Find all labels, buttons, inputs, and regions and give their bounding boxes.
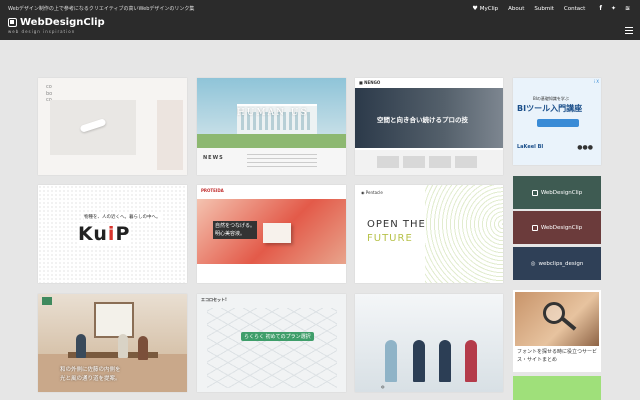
instagram-icon: ◎: [530, 260, 536, 267]
site-thumbnail-9[interactable]: ◍: [355, 294, 503, 392]
thumbnail-headline: OPEN THE FUTURE: [367, 219, 426, 244]
nav-about[interactable]: About: [508, 6, 524, 12]
site-thumbnail-6[interactable]: ◉ Pentacle OPEN THE FUTURE: [355, 185, 503, 283]
thumbnail-logo: エコロセット!: [201, 297, 227, 302]
site-thumbnail-5[interactable]: PROTEIDA 自然をつなげる。 明心美容液。: [197, 185, 346, 283]
thumbnail-copy: 和の外側に佐藤の内側を 光と風の通り道を提案。: [60, 367, 121, 382]
site-thumbnail-4[interactable]: 物種を、人の近くへ。暮らしの中へ。 KuiP: [38, 185, 187, 283]
thumbnail-news-label: NEWS: [203, 155, 224, 161]
rss-icon[interactable]: ≋: [625, 5, 630, 12]
person-figure: [138, 336, 148, 360]
site-thumbnail-3[interactable]: ■ NENGO 空間と向き合い続けるプロの技: [355, 78, 503, 175]
thumbnail-logo-text: KuiP: [78, 223, 131, 245]
thumbnail-copy: 自然をつなげる。 明心美容液。: [213, 221, 258, 239]
logo-mark-icon: [531, 224, 538, 231]
logo-mark-icon: [8, 18, 17, 27]
thumbnail-logo: ■ NENGO: [359, 80, 381, 85]
site-tagline: Webデザイン制作の上で参考になるクリエイティブの高いWebデザインのリンク集: [8, 6, 195, 12]
person-figure: [385, 340, 397, 382]
nav-myclip-label: MyClip: [479, 5, 499, 12]
site-logo[interactable]: WebDesignClip: [8, 17, 105, 28]
ad-info-icon[interactable]: i X: [594, 79, 599, 84]
logo-subtitle: web design inspiration: [8, 29, 76, 34]
product-box: [263, 223, 291, 243]
thumbnail-logo: ◍: [381, 384, 385, 389]
ad-logo: LaKeel BI: [517, 144, 544, 150]
banner-label: webclips_design: [538, 260, 584, 267]
banner-webdesignclip-2[interactable]: WebDesignClip: [513, 211, 601, 244]
main-nav: ♥ MyClip About Submit Contact f ✦ ≋: [472, 5, 630, 12]
person-figure: [465, 340, 477, 382]
twitter-icon[interactable]: ✦: [611, 5, 616, 12]
ad-brand-icon: ●●●: [577, 144, 593, 151]
product-photo: [50, 100, 136, 155]
thumbnail-logo: PROTEIDA: [201, 188, 224, 193]
window-image: [94, 302, 134, 338]
nav-contact[interactable]: Contact: [564, 6, 585, 12]
thumbnail-copy: 空間と向き合い続けるプロの技: [377, 116, 468, 124]
article-card[interactable]: フォントを探せる時に役立つサービス・サイトまとめ: [513, 290, 601, 372]
thumbnail-logo: [42, 297, 52, 305]
logo-text: WebDesignClip: [20, 17, 105, 28]
thumbnail-copy: らくらく 初めてのプラン選択: [241, 332, 314, 341]
ad-cta-button[interactable]: [537, 119, 579, 127]
nav-myclip[interactable]: ♥ MyClip: [472, 5, 498, 12]
top-navigation-bar: Webデザイン制作の上で参考になるクリエイティブの高いWebデザインのリンク集 …: [0, 0, 640, 40]
site-thumbnail-1[interactable]: co bo co: [38, 78, 187, 175]
site-thumbnail-8[interactable]: エコロセット! らくらく 初めてのプラン選択: [197, 294, 346, 392]
thumbnail-logo: ◉ Pentacle: [361, 190, 383, 195]
ad-title: BIツール入門講座: [517, 104, 583, 113]
banner-instagram[interactable]: ◎ webclips_design: [513, 247, 601, 280]
nav-submit[interactable]: Submit: [534, 6, 554, 12]
person-figure: [413, 340, 425, 382]
facebook-icon[interactable]: f: [599, 5, 602, 12]
wave-pattern: [425, 185, 503, 283]
site-thumbnail-2[interactable]: HUMAN US NEWS: [197, 78, 346, 175]
person-figure: [76, 334, 86, 358]
isometric-illustration: [207, 308, 337, 388]
thumbnail-headline: HUMAN US: [237, 108, 309, 118]
banner-label: WebDesignClip: [540, 189, 583, 196]
person-figure: [118, 334, 128, 358]
logo-mark-icon: [531, 189, 538, 196]
site-thumbnail-7[interactable]: 和の外側に佐藤の内側を 光と風の通り道を提案。: [38, 294, 187, 392]
social-links: f ✦ ≋: [599, 5, 630, 12]
thumbnail-copy: 物種を、人の近くへ。暮らしの中へ。: [84, 214, 161, 220]
next-article-card[interactable]: [513, 376, 601, 400]
side-photo: [157, 100, 183, 170]
banner-webdesignclip-1[interactable]: WebDesignClip: [513, 176, 601, 209]
heart-icon: ♥: [472, 5, 478, 12]
hamburger-menu-icon[interactable]: [625, 27, 633, 34]
advertisement[interactable]: i X BIの基礎知識を学ぶ BIツール入門講座 LaKeel BI ●●●: [513, 78, 601, 165]
person-figure: [439, 340, 451, 382]
article-caption: フォントを探せる時に役立つサービス・サイトまとめ: [517, 349, 598, 363]
banner-label: WebDesignClip: [540, 224, 583, 231]
ad-subtitle: BIの基礎知識を学ぶ: [533, 96, 569, 101]
